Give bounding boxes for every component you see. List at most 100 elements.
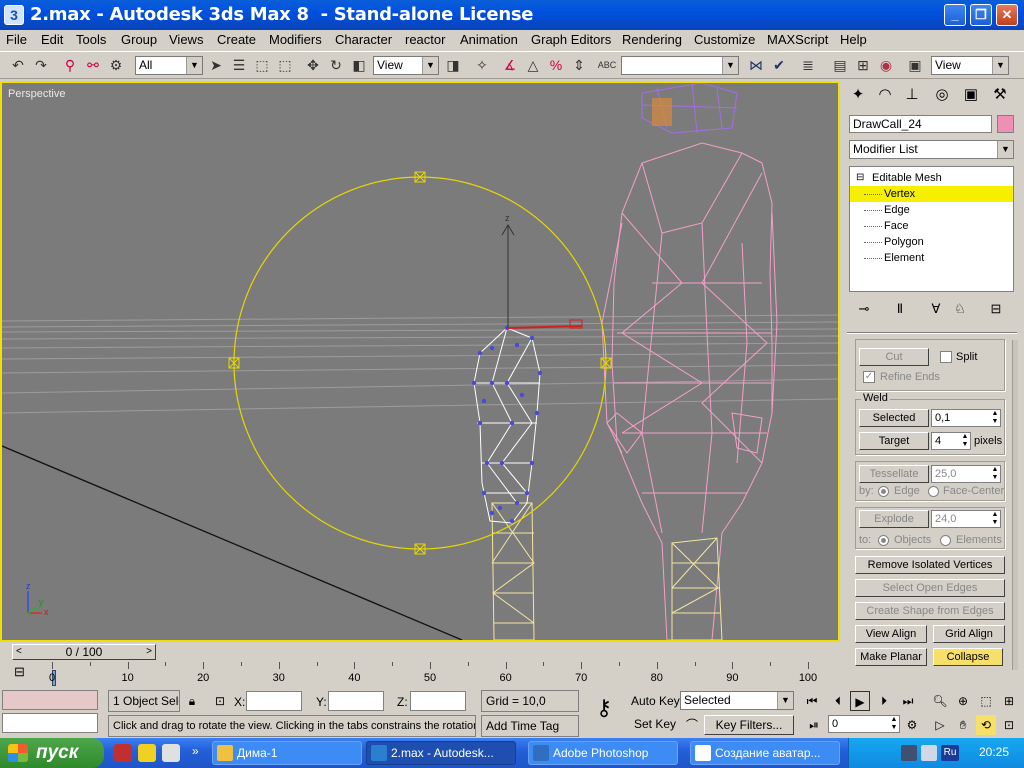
menu-file[interactable]: File <box>6 32 27 47</box>
make-planar-button[interactable]: Make Planar <box>855 648 927 666</box>
remove-isolated-vertices-button[interactable]: Remove Isolated Vertices <box>855 556 1005 574</box>
collapse-button[interactable]: Collapse <box>933 648 1003 666</box>
rotate-gizmo-circle[interactable] <box>233 176 607 550</box>
quicklaunch-desktop-icon[interactable] <box>162 744 180 762</box>
menu-character[interactable]: Character <box>335 32 392 47</box>
bind-to-space-warp-icon[interactable]: ⚙ <box>106 55 126 75</box>
time-slider-thumb[interactable]: < 0 / 100 > <box>12 644 156 660</box>
remove-modifier-icon[interactable]: ♘ <box>949 298 971 320</box>
menu-rendering[interactable]: Rendering <box>622 32 682 47</box>
tessellate-tension-spinner[interactable]: 25,0 ▲ ▼ <box>931 465 1001 483</box>
by-face-center-radio[interactable] <box>928 486 939 497</box>
menu-create[interactable]: Create <box>217 32 256 47</box>
rectangular-selection-icon[interactable]: ⬚ <box>252 55 272 75</box>
to-elements-radio[interactable] <box>940 535 951 546</box>
quicklaunch-media-icon[interactable] <box>138 744 156 762</box>
select-and-scale-icon[interactable]: ◧ <box>349 55 369 75</box>
stack-item-polygon[interactable]: Polygon <box>850 234 1013 250</box>
unlink-selection-icon[interactable]: ⚯ <box>83 55 103 75</box>
default-in-out-tangents-icon[interactable]: ⌒ <box>682 715 702 735</box>
set-key-key-icon[interactable]: ⚷ <box>586 697 622 719</box>
command-panel-scrollbar[interactable] <box>1012 340 1018 670</box>
undo-icon[interactable]: ↶ <box>8 55 28 75</box>
zoom-extents-icon[interactable]: ⬚ <box>976 691 996 711</box>
zoom-all-icon[interactable]: ⊕ <box>953 691 973 711</box>
task-word-document[interactable]: Создание аватар... <box>690 741 840 765</box>
align-icon[interactable]: ✔ <box>769 55 789 75</box>
go-to-start-icon[interactable]: ⏮ <box>802 691 822 711</box>
curve-editor-icon[interactable]: ▤ <box>830 55 850 75</box>
stack-item-face[interactable]: Face <box>850 218 1013 234</box>
snaps-toggle-icon[interactable]: ∡ <box>500 55 520 75</box>
zoom-extents-all-icon[interactable]: ⊞ <box>999 691 1019 711</box>
stack-item-element[interactable]: Element <box>850 250 1013 266</box>
pan-icon[interactable]: ✋︎ <box>953 715 973 735</box>
stack-item-editable-mesh[interactable]: ⊟ Editable Mesh <box>850 170 1013 186</box>
render-scene-icon[interactable]: ▣ <box>905 55 925 75</box>
redo-icon[interactable]: ↷ <box>31 55 51 75</box>
view-align-button[interactable]: View Align <box>855 625 927 643</box>
tray-speaker-icon[interactable] <box>921 745 937 761</box>
select-and-link-icon[interactable]: ⚲ <box>60 55 80 75</box>
create-shape-from-edges-button[interactable]: Create Shape from Edges <box>855 602 1005 620</box>
tray-network-icon[interactable] <box>901 745 917 761</box>
menu-maxscript[interactable]: MAXScript <box>767 32 828 47</box>
select-by-name-icon[interactable]: ☰ <box>229 55 249 75</box>
pin-stack-icon[interactable]: ⊸ <box>853 298 875 320</box>
object-color-swatch[interactable] <box>997 115 1014 133</box>
close-button[interactable]: ✕ <box>996 4 1018 26</box>
field-of-view-icon[interactable]: ▷ <box>930 715 950 735</box>
zoom-icon[interactable]: 🔍︎ <box>930 691 950 711</box>
menu-modifiers[interactable]: Modifiers <box>269 32 322 47</box>
add-time-tag[interactable]: Add Time Tag <box>481 715 579 737</box>
weld-threshold-spinner[interactable]: 0,1 ▲ ▼ <box>931 409 1001 427</box>
percent-snap-icon[interactable]: % <box>546 55 566 75</box>
layer-manager-icon[interactable]: ≣ <box>798 55 818 75</box>
maxscript-listener-mini[interactable] <box>2 690 98 710</box>
create-tab-icon[interactable]: ✦ <box>847 84 869 106</box>
cut-button[interactable]: Cut <box>859 348 929 366</box>
explode-angle-spinner[interactable]: 24,0 ▲ ▼ <box>931 510 1001 528</box>
window-crossing-icon[interactable]: ⬚ <box>275 55 295 75</box>
by-edge-radio[interactable] <box>878 486 889 497</box>
target-pixels-spinner[interactable]: 4 ▲ ▼ <box>931 432 971 450</box>
named-selection-sets-dropdown[interactable]: ▼ <box>621 56 739 75</box>
selection-filter-dropdown[interactable]: All ▼ <box>135 56 203 75</box>
grid-align-button[interactable]: Grid Align <box>933 625 1005 643</box>
material-editor-icon[interactable]: ◉ <box>876 55 896 75</box>
start-button[interactable]: пуск <box>0 738 104 768</box>
go-to-end-icon[interactable]: ⏭ <box>898 691 918 711</box>
menu-animation[interactable]: Animation <box>460 32 518 47</box>
split-checkbox[interactable] <box>940 351 952 363</box>
x-coordinate-field[interactable] <box>246 691 302 711</box>
viewport-label[interactable]: Perspective <box>8 88 65 100</box>
key-filters-button[interactable]: Key Filters... <box>704 715 794 735</box>
rotate-gizmo-handles[interactable] <box>228 171 612 555</box>
angle-snap-icon[interactable]: △ <box>523 55 543 75</box>
quicklaunch-app-icon[interactable] <box>114 744 132 762</box>
time-prev-arrow[interactable]: < <box>16 645 22 659</box>
object-name-field[interactable]: DrawCall_24 <box>849 115 992 133</box>
render-type-dropdown[interactable]: View ▼ <box>931 56 1009 75</box>
quicklaunch-expand-icon[interactable]: » <box>192 744 199 758</box>
menu-group[interactable]: Group <box>121 32 157 47</box>
perspective-viewport[interactable]: z z x y Perspective <box>0 81 840 642</box>
time-slider[interactable]: < 0 / 100 > <box>0 642 840 662</box>
y-coordinate-field[interactable] <box>328 691 384 711</box>
menu-edit[interactable]: Edit <box>41 32 63 47</box>
utilities-tab-icon[interactable]: ⚒ <box>989 84 1011 106</box>
display-tab-icon[interactable]: ▣ <box>960 84 982 106</box>
menu-reactor[interactable]: reactor <box>405 32 445 47</box>
task-folder[interactable]: Дима-1 <box>212 741 362 765</box>
pivot-center-icon[interactable]: ◨ <box>443 55 463 75</box>
time-configuration-icon[interactable]: ⚙ <box>902 715 922 735</box>
reference-coordinate-dropdown[interactable]: View ▼ <box>373 56 439 75</box>
time-next-arrow[interactable]: > <box>146 645 152 659</box>
tessellate-button[interactable]: Tessellate <box>859 465 929 483</box>
menu-customize[interactable]: Customize <box>694 32 755 47</box>
previous-frame-icon[interactable]: ⏴ <box>828 691 848 711</box>
modifier-list-dropdown[interactable]: Modifier List ▼ <box>849 140 1014 159</box>
configure-modifier-sets-icon[interactable]: ⊟ <box>985 298 1007 320</box>
stack-item-edge[interactable]: Edge <box>850 202 1013 218</box>
menu-graph-editors[interactable]: Graph Editors <box>531 32 611 47</box>
